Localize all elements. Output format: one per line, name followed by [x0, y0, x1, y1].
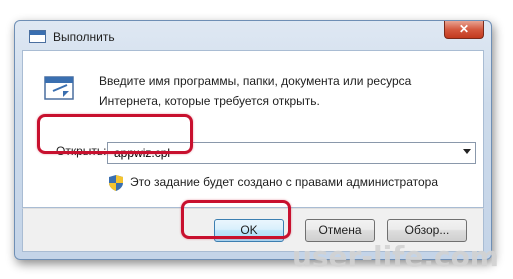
close-button[interactable]: ✕	[444, 21, 484, 39]
cancel-button[interactable]: Отмена	[305, 219, 375, 242]
title-bar[interactable]: Выполнить ✕	[15, 21, 491, 49]
shield-icon	[109, 175, 123, 191]
highlight-open-field	[37, 114, 193, 154]
chevron-down-icon[interactable]	[463, 149, 471, 154]
watermark: user-life.com	[291, 240, 499, 273]
admin-note: Это задание будет создано с правами адми…	[130, 175, 439, 189]
browse-button[interactable]: Обзор...	[387, 219, 467, 242]
highlight-ok-button	[181, 200, 291, 239]
window-title: Выполнить	[53, 30, 115, 44]
run-icon	[44, 76, 74, 100]
description-text: Введите имя программы, папки, документа …	[99, 74, 412, 108]
run-app-icon	[29, 30, 46, 43]
close-icon: ✕	[458, 22, 470, 36]
